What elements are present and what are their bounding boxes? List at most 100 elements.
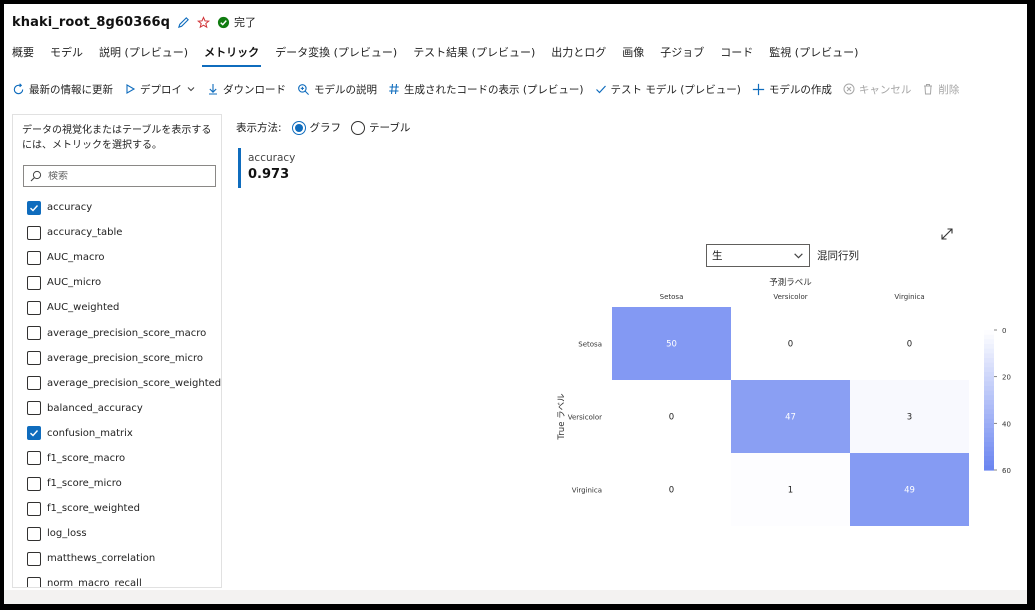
metric-checkbox[interactable]	[27, 476, 41, 491]
colorbar-segment	[984, 409, 994, 415]
plus-icon	[752, 83, 765, 95]
colorbar-segment	[984, 423, 994, 429]
metric-label: average_precision_score_macro	[47, 327, 207, 339]
metric-item[interactable]: balanced_accuracy	[27, 396, 221, 421]
metric-search-box[interactable]	[23, 165, 216, 187]
tab-monitoring[interactable]: 監視 (プレビュー)	[761, 38, 866, 68]
metric-search-input[interactable]	[48, 170, 208, 182]
metric-item[interactable]: AUC_micro	[27, 270, 221, 295]
metric-checkbox[interactable]	[27, 451, 41, 466]
tab-explanations[interactable]: 説明 (プレビュー)	[91, 38, 196, 68]
metric-item[interactable]: f1_score_macro	[27, 446, 221, 471]
metric-checkbox[interactable]	[27, 551, 41, 566]
search-icon	[30, 170, 42, 182]
deploy-button[interactable]: デプロイ	[124, 82, 196, 97]
cancel-label: キャンセル	[858, 83, 912, 96]
colorbar-segment	[984, 372, 994, 378]
metric-item[interactable]: average_precision_score_weighted	[27, 371, 221, 396]
colorbar-segment	[984, 442, 994, 448]
y-tick-label: Versicolor	[568, 414, 602, 422]
refresh-label: 最新の情報に更新	[29, 83, 113, 96]
metric-item[interactable]: matthews_correlation	[27, 546, 221, 571]
colorbar-tick-label: 0	[1002, 327, 1006, 335]
tab-child-jobs[interactable]: 子ジョブ	[652, 38, 712, 68]
edit-pencil-icon[interactable]	[176, 15, 190, 29]
metric-checkbox[interactable]	[27, 250, 41, 265]
explain-model-button[interactable]: モデルの説明	[297, 82, 377, 97]
radio-table[interactable]: テーブル	[351, 120, 410, 135]
checkmark-icon	[30, 204, 39, 212]
metric-item[interactable]: accuracy_table	[27, 220, 221, 245]
metric-item[interactable]: f1_score_micro	[27, 471, 221, 496]
metric-label: matthews_correlation	[47, 553, 156, 565]
metric-item[interactable]: f1_score_weighted	[27, 496, 221, 521]
metric-label: f1_score_macro	[47, 452, 126, 464]
metric-item[interactable]: average_precision_score_micro	[27, 346, 221, 371]
test-model-label: テスト モデル (プレビュー)	[610, 83, 741, 96]
colorbar-tick-label: 60	[1002, 467, 1011, 475]
metric-checkbox[interactable]	[27, 426, 41, 441]
metric-item[interactable]: average_precision_score_macro	[27, 320, 221, 345]
metric-checkbox[interactable]	[27, 501, 41, 516]
x-axis-label: 予測ラベル	[769, 277, 812, 288]
tab-overview[interactable]: 概要	[4, 38, 42, 68]
metric-item[interactable]: AUC_weighted	[27, 295, 221, 320]
tab-data-transformation[interactable]: データ変換 (プレビュー)	[267, 38, 405, 68]
download-label: ダウンロード	[223, 83, 286, 96]
metric-checkbox[interactable]	[27, 376, 41, 391]
metric-item[interactable]: AUC_macro	[27, 245, 221, 270]
test-model-button[interactable]: テスト モデル (プレビュー)	[595, 82, 741, 97]
tab-test-results[interactable]: テスト結果 (プレビュー)	[405, 38, 543, 68]
colorbar-segment	[984, 334, 994, 340]
display-mode-label: 表示方法:	[236, 122, 282, 134]
radio-graph[interactable]: グラフ	[291, 120, 341, 135]
cancel-button[interactable]: キャンセル	[843, 82, 912, 97]
delete-button[interactable]: 削除	[922, 82, 959, 97]
tab-outputs-logs[interactable]: 出力とログ	[543, 38, 614, 68]
metric-list: accuracy accuracy_table AUC_macro AUC_micro…	[27, 195, 221, 587]
metric-item[interactable]: log_loss	[27, 521, 221, 546]
favorite-star-icon[interactable]	[196, 15, 210, 29]
heatmap-cell	[612, 380, 731, 453]
metric-item[interactable]: confusion_matrix	[27, 421, 221, 446]
status-complete-icon	[216, 15, 230, 29]
bottom-strip	[4, 590, 1027, 604]
y-tick-label: Virginica	[572, 487, 602, 495]
tab-code[interactable]: コード	[712, 38, 761, 68]
metric-checkbox[interactable]	[27, 200, 41, 215]
metric-checkbox[interactable]	[27, 300, 41, 315]
y-tick-label: Setosa	[578, 341, 602, 349]
colorbar-segment	[984, 437, 994, 443]
expand-icon[interactable]	[940, 226, 954, 245]
tab-images[interactable]: 画像	[614, 38, 652, 68]
metric-checkbox[interactable]	[27, 225, 41, 240]
metric-checkbox[interactable]	[27, 401, 41, 416]
matrix-view-select[interactable]: 生	[706, 244, 810, 267]
show-generated-code-button[interactable]: 生成されたコードの表示 (プレビュー)	[388, 82, 584, 97]
metric-label: average_precision_score_micro	[47, 352, 203, 364]
metric-checkbox[interactable]	[27, 351, 41, 366]
radio-table-circle	[351, 120, 366, 135]
download-button[interactable]: ダウンロード	[207, 82, 286, 97]
metric-checkbox[interactable]	[27, 275, 41, 290]
metric-item[interactable]: accuracy	[27, 195, 221, 220]
tab-models[interactable]: モデル	[42, 38, 91, 68]
colorbar-segment	[984, 446, 994, 452]
metric-checkbox[interactable]	[27, 326, 41, 341]
colorbar-segment	[984, 414, 994, 420]
cell-value-label: 1	[788, 486, 793, 496]
tab-metrics[interactable]: メトリック	[196, 38, 267, 68]
cell-value-label: 47	[785, 413, 796, 423]
zoom-search-icon	[298, 83, 309, 95]
metric-checkbox[interactable]	[27, 576, 41, 587]
refresh-button[interactable]: 最新の情報に更新	[12, 82, 113, 97]
explain-model-label: モデルの説明	[314, 83, 377, 96]
create-model-label: モデルの作成	[768, 83, 832, 96]
heatmap-cell	[850, 307, 969, 380]
metric-label: accuracy	[47, 202, 93, 214]
page-title: khaki_root_8g60366q	[12, 14, 171, 30]
create-model-button[interactable]: モデルの作成	[752, 82, 832, 97]
metric-label: balanced_accuracy	[47, 402, 143, 414]
metric-checkbox[interactable]	[27, 526, 41, 541]
metric-item[interactable]: norm_macro_recall	[27, 571, 221, 587]
